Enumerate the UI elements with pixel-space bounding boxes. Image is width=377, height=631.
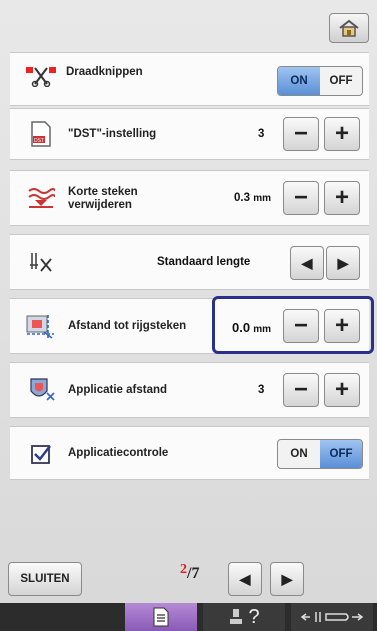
close-button[interactable]: SLUITEN bbox=[8, 562, 82, 596]
page-total: 7 bbox=[191, 565, 200, 582]
arrow-left-icon: ◀ bbox=[301, 254, 313, 271]
jump-stitch-icon bbox=[26, 249, 56, 275]
tab-presser-foot[interactable] bbox=[291, 603, 373, 631]
jump-length-right-button[interactable]: ▶ bbox=[326, 246, 360, 280]
basting-icon bbox=[26, 313, 56, 339]
applique-label: Applicatie afstand bbox=[68, 384, 168, 396]
applique-value: 3 bbox=[258, 384, 265, 396]
basting-label: Afstand tot rijgsteken bbox=[68, 320, 187, 332]
arrow-right-icon: ▶ bbox=[281, 570, 293, 587]
help-label: ? bbox=[248, 605, 260, 628]
scissors-icon bbox=[26, 63, 56, 89]
help-icon bbox=[230, 609, 243, 624]
page-indicator: 2/7 bbox=[180, 562, 200, 583]
thread-cut-off-button[interactable]: OFF bbox=[320, 67, 362, 95]
row-dst-setting: DST "DST"-instelling 3 − + bbox=[10, 108, 369, 160]
short-stitch-plus-button[interactable]: + bbox=[324, 181, 360, 215]
short-stitch-value: 0.3 bbox=[234, 192, 250, 204]
row-thread-cut: Draadknippen ON OFF bbox=[10, 52, 369, 106]
short-stitch-minus-button[interactable]: − bbox=[283, 181, 319, 215]
short-stitch-unit: mm bbox=[253, 193, 271, 204]
settings-screen: Draadknippen ON OFF DST "DST"-instelling… bbox=[0, 0, 377, 631]
short-stitch-label-line1: Korte steken bbox=[68, 186, 138, 198]
dst-file-icon: DST bbox=[26, 121, 56, 147]
arrow-left-icon: ◀ bbox=[239, 570, 251, 587]
short-stitch-icon bbox=[26, 185, 56, 211]
short-stitch-label-line2: verwijderen bbox=[68, 199, 132, 211]
row-short-stitch: Korte steken verwijderen 0.3 mm − + bbox=[10, 170, 369, 226]
short-stitch-value-wrap: 0.3 mm bbox=[234, 192, 271, 204]
applique-check-on-button[interactable]: ON bbox=[278, 440, 320, 468]
applique-minus-button[interactable]: − bbox=[283, 373, 319, 407]
tab-settings-list[interactable] bbox=[125, 603, 197, 631]
row-jump-length: Standaard lengte ◀ ▶ bbox=[10, 234, 369, 290]
arrow-right-icon: ▶ bbox=[337, 254, 349, 271]
presser-foot-icon bbox=[300, 612, 364, 622]
page-current: 2 bbox=[180, 562, 187, 577]
next-page-button[interactable]: ▶ bbox=[270, 562, 304, 596]
selection-highlight bbox=[212, 296, 374, 354]
thread-cut-toggle[interactable]: ON OFF bbox=[277, 66, 363, 96]
applique-check-label: Applicatiecontrole bbox=[68, 447, 169, 459]
tab-help[interactable]: ? bbox=[203, 603, 285, 631]
svg-text:DST: DST bbox=[34, 138, 44, 144]
prev-page-button[interactable]: ◀ bbox=[228, 562, 262, 596]
checkbox-icon bbox=[26, 441, 56, 467]
row-applique-check: Applicatiecontrole ON OFF bbox=[10, 426, 369, 480]
home-icon bbox=[339, 19, 359, 37]
applique-check-off-button[interactable]: OFF bbox=[320, 440, 362, 468]
applique-check-toggle[interactable]: ON OFF bbox=[277, 439, 363, 469]
settings-list-icon bbox=[153, 607, 169, 627]
dst-value: 3 bbox=[258, 128, 265, 140]
jump-length-left-button[interactable]: ◀ bbox=[290, 246, 324, 280]
row-applique-distance: Applicatie afstand 3 − + bbox=[10, 362, 369, 418]
dst-label: "DST"-instelling bbox=[68, 128, 157, 140]
applique-plus-button[interactable]: + bbox=[324, 373, 360, 407]
thread-cut-on-button[interactable]: ON bbox=[278, 67, 320, 95]
home-button[interactable] bbox=[329, 13, 369, 43]
dst-minus-button[interactable]: − bbox=[283, 117, 319, 151]
dst-plus-button[interactable]: + bbox=[324, 117, 360, 151]
applique-icon bbox=[26, 377, 56, 403]
thread-cut-label: Draadknippen bbox=[66, 66, 143, 78]
short-stitch-label: Korte steken verwijderen bbox=[68, 186, 138, 212]
jump-length-value: Standaard lengte bbox=[157, 256, 251, 268]
